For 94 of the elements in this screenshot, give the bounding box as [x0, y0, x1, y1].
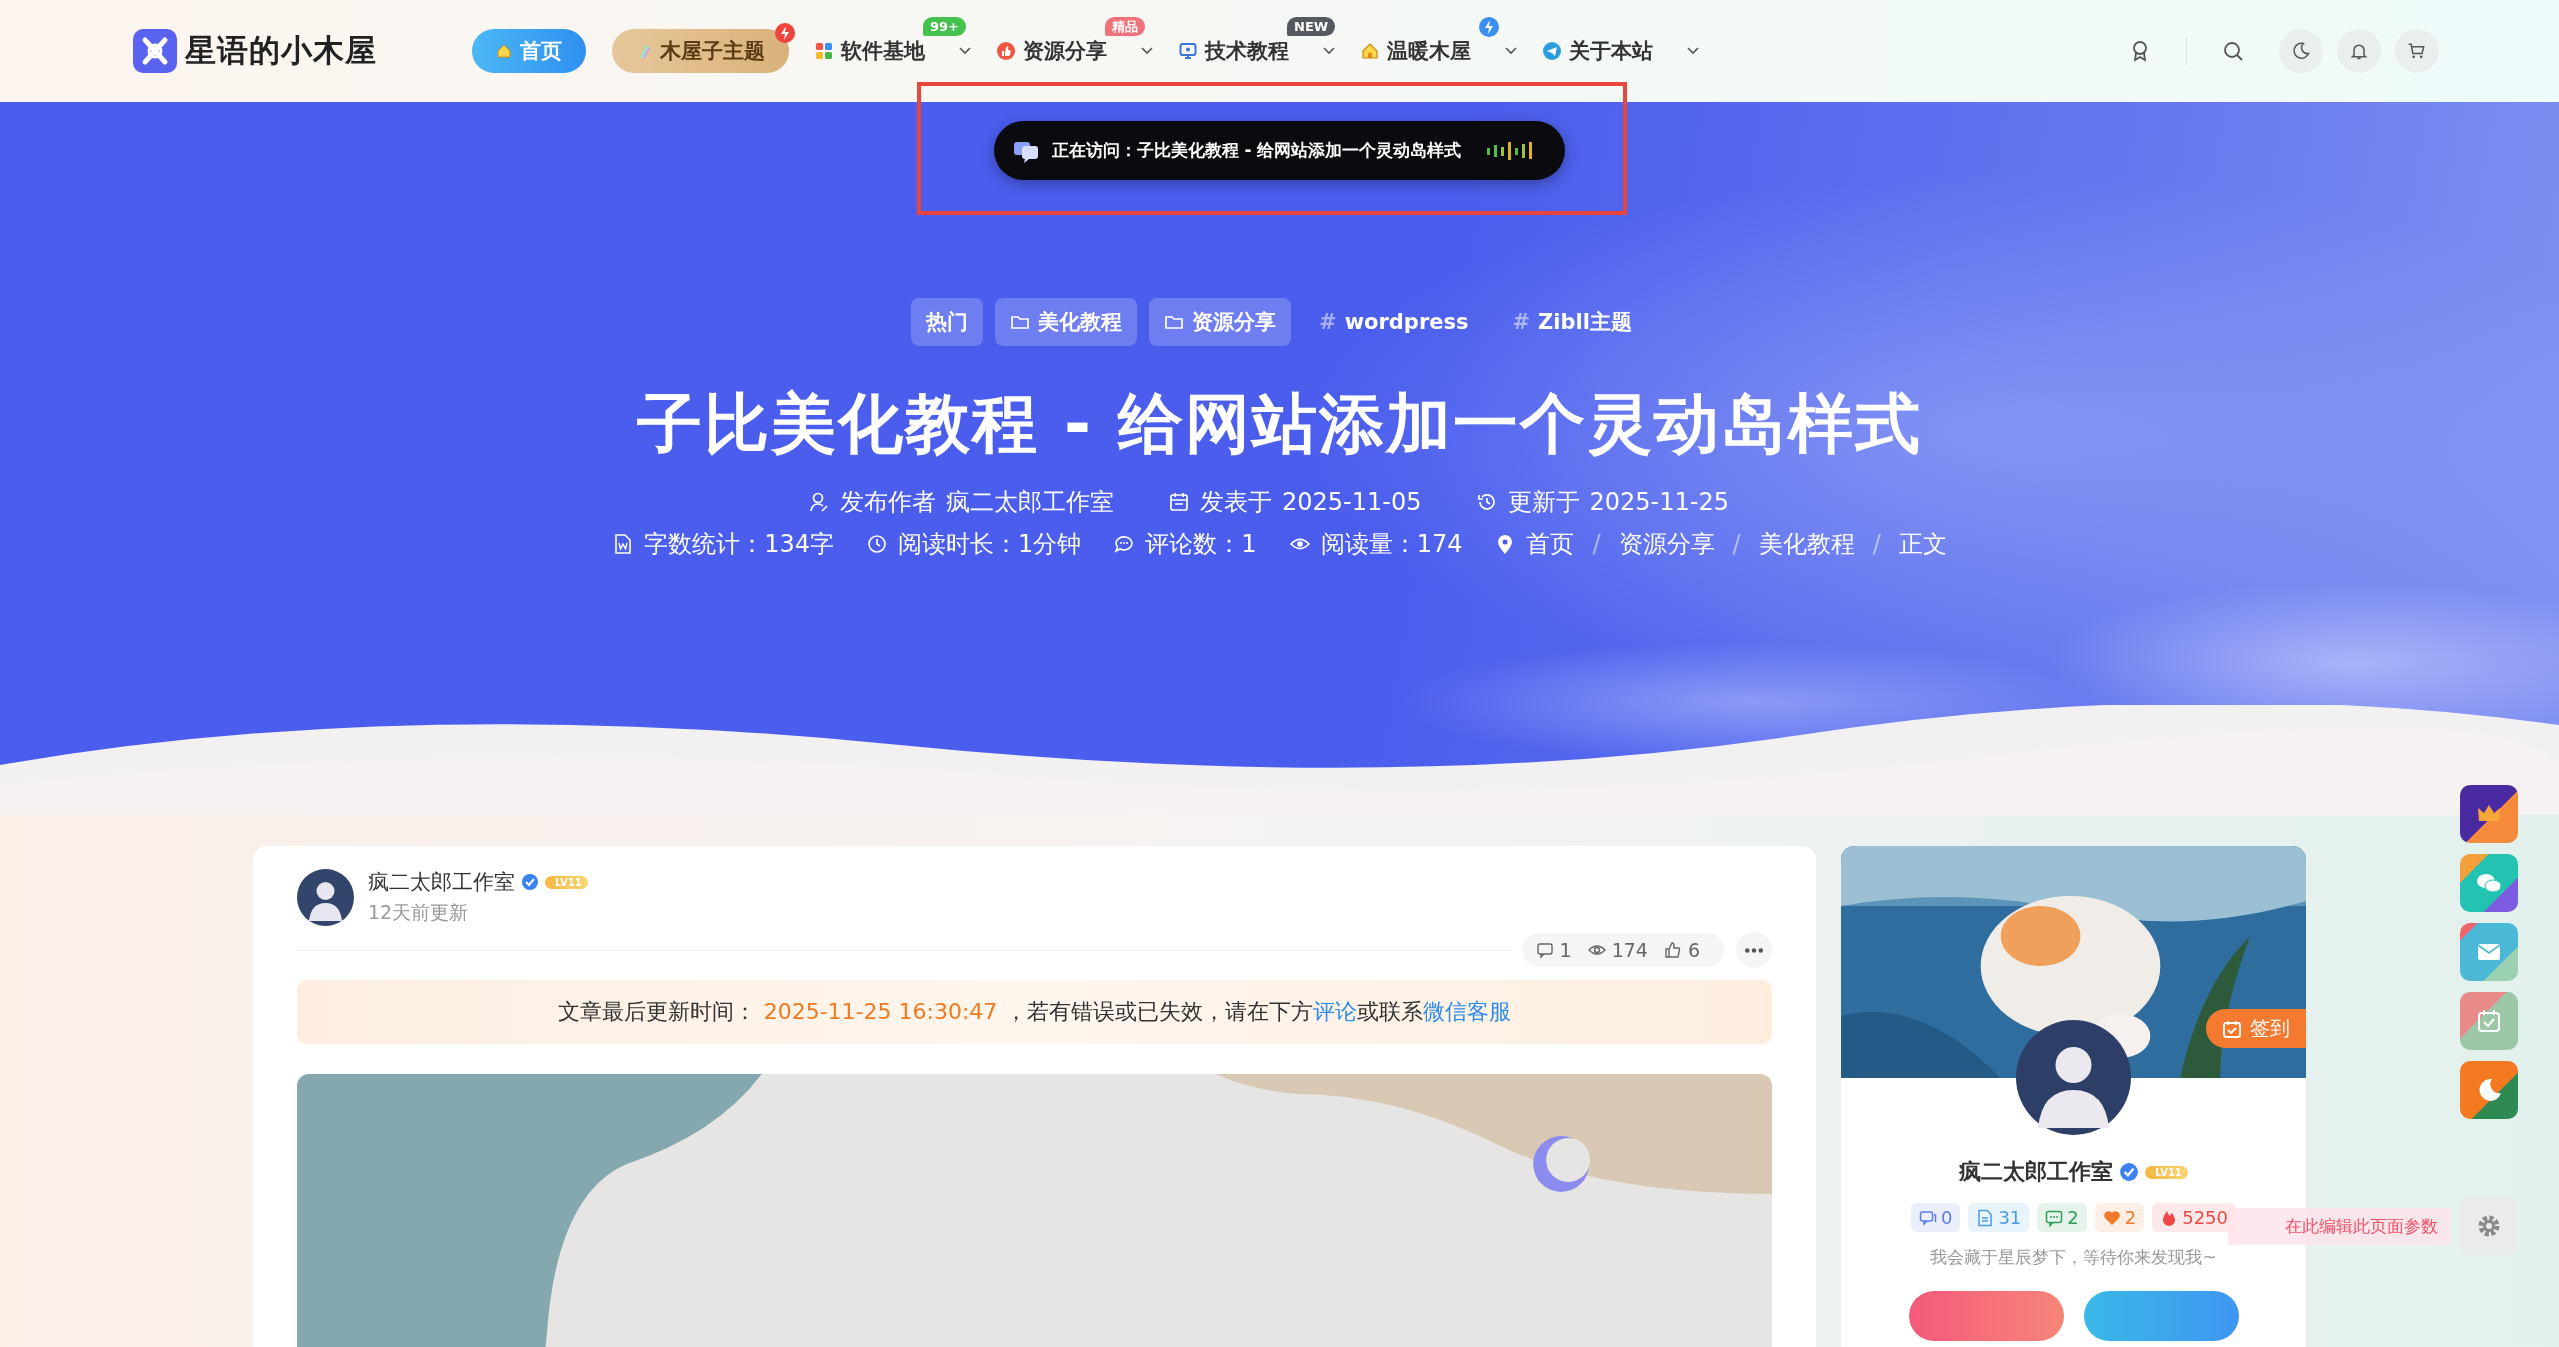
logo-icon — [133, 29, 177, 73]
home-button[interactable]: 首页 — [472, 29, 586, 73]
author-name[interactable]: 疯二太郎工作室 — [368, 868, 515, 896]
category-tag[interactable]: 资源分享 — [1149, 298, 1292, 346]
date-text: 2025-11-05 — [1282, 488, 1422, 516]
notice-link[interactable]: 微信客服 — [1423, 999, 1512, 1024]
profile-avatar[interactable] — [2016, 1020, 2131, 1135]
stat-text: 评论数：1 — [1145, 529, 1257, 560]
profile-stat: 5250 — [2152, 1203, 2237, 1232]
history-icon — [1475, 491, 1498, 513]
clock-icon — [866, 533, 889, 555]
date-text: 2025-11-25 — [1589, 488, 1729, 516]
monitor-icon — [1179, 42, 1197, 60]
dark-mode-button[interactable] — [2279, 29, 2323, 73]
house-icon — [1361, 42, 1379, 60]
bell-icon — [2349, 41, 2369, 61]
site-name[interactable]: 星语的小木屋 — [185, 30, 377, 72]
stat-count: 1 — [1559, 939, 1572, 961]
mail-button[interactable] — [2460, 923, 2518, 981]
moon-icon — [2291, 41, 2311, 61]
more-button[interactable] — [1736, 932, 1772, 968]
nav-link[interactable]: 温暖木屋 — [1361, 37, 1517, 65]
stat-text: 阅读时长：1分钟 — [898, 529, 1082, 560]
vip-button[interactable] — [2460, 785, 2518, 843]
breadcrumb-separator: / — [1872, 530, 1881, 558]
dots-icon — [1745, 947, 1763, 953]
profile-name[interactable]: 疯二太郎工作室 — [1959, 1157, 2114, 1187]
settings-button[interactable] — [2460, 1197, 2518, 1255]
author-link[interactable]: 疯二太郎工作室 — [946, 486, 1114, 518]
breadcrumb-link[interactable]: 美化教程 — [1758, 528, 1855, 560]
profile-bio: 我会藏于星辰梦下，等待你来发现我~ — [1930, 1246, 2217, 1269]
island-text: 正在访问：子比美化教程 - 给网站添加一个灵动岛样式 — [1051, 139, 1462, 162]
wechat-button[interactable] — [2460, 854, 2518, 912]
thumbs-up-icon — [1663, 941, 1682, 959]
verified-icon — [2119, 1162, 2140, 1182]
breadcrumb-link[interactable]: 首页 — [1526, 528, 1575, 560]
update-notice: 文章最后更新时间： 2025-11-25 16:30:47 ，若有错误或已失效，请在下方评论或联系微信客服 — [297, 980, 1772, 1044]
theme-button[interactable]: 木屋子主题 — [612, 29, 789, 73]
breadcrumb-separator: / — [1732, 530, 1741, 558]
profile-stat: 2 — [2037, 1203, 2087, 1232]
cart-icon — [2407, 41, 2427, 61]
notice-link[interactable]: 评论 — [1313, 999, 1358, 1024]
breadcrumb-separator: / — [1592, 530, 1601, 558]
stat-count: 174 — [1611, 939, 1648, 961]
check-in-button[interactable] — [2460, 992, 2518, 1050]
update-time: 12天前更新 — [368, 900, 470, 925]
meta-label: 发表于 — [1200, 487, 1272, 518]
user-icon — [808, 491, 830, 513]
calendar-check-icon — [2222, 1018, 2242, 1039]
nav-badge: 99+ — [923, 17, 966, 36]
hot-tag[interactable]: 热门 — [911, 298, 984, 346]
search-icon[interactable] — [2221, 39, 2245, 63]
verified-icon — [521, 873, 539, 891]
cart-button[interactable] — [2395, 29, 2439, 73]
comment-icon — [2045, 1208, 2064, 1227]
article-title: 子比美化教程 - 给网站添加一个灵动岛样式 — [637, 385, 1922, 463]
calendar-icon — [1168, 491, 1190, 513]
profile-stat: 2 — [2094, 1203, 2145, 1232]
sign-in-button[interactable]: 签到 — [2206, 1009, 2306, 1048]
meta-label: 发布作者 — [840, 487, 936, 518]
breadcrumb-link[interactable]: 正文 — [1898, 528, 1947, 560]
topic-tag[interactable]: # wordpress — [1303, 298, 1485, 346]
follow-button[interactable] — [1908, 1291, 2064, 1341]
dark-mode-button[interactable] — [2460, 1061, 2518, 1119]
nav-link[interactable]: 技术教程 — [1179, 37, 1335, 65]
level-badge: LV11 — [2145, 1165, 2188, 1179]
edit-tooltip: 在此编辑此页面参数 — [2228, 1208, 2450, 1245]
profile-stat: 0 — [1910, 1203, 1961, 1232]
thumb-icon — [997, 42, 1015, 60]
nav-link[interactable]: 软件基地 — [815, 37, 971, 65]
breadcrumb-link[interactable]: 资源分享 — [1618, 528, 1715, 560]
level-badge: LV11 — [545, 875, 588, 889]
author-avatar[interactable] — [297, 868, 354, 926]
notification-button[interactable] — [2337, 29, 2381, 73]
nav-badge: NEW — [1287, 17, 1336, 36]
comment-icon — [1113, 533, 1136, 555]
stat-count: 6 — [1687, 939, 1700, 961]
stat-text: 阅读量：174 — [1320, 529, 1463, 560]
category-tag[interactable]: 美化教程 — [995, 298, 1138, 346]
grid-icon — [815, 42, 833, 60]
message-button[interactable] — [2083, 1291, 2239, 1341]
document-icon — [1976, 1208, 1995, 1227]
stat-text: 字数统计：134字 — [644, 529, 835, 560]
comment-icon — [1535, 941, 1554, 959]
topic-tag[interactable]: # Zibll主题 — [1496, 298, 1648, 346]
nav-link[interactable]: 关于本站 — [1543, 37, 1699, 65]
home-icon — [496, 43, 512, 59]
profile-stat: 31 — [1968, 1203, 2030, 1232]
chat-icon — [1918, 1208, 1937, 1227]
nav-link[interactable]: 资源分享 — [997, 37, 1153, 65]
meta-label: 更新于 — [1507, 487, 1580, 518]
heart-icon — [2102, 1208, 2121, 1227]
paper-plane-icon — [1543, 42, 1561, 60]
nav-badge: 精品 — [1105, 17, 1145, 36]
